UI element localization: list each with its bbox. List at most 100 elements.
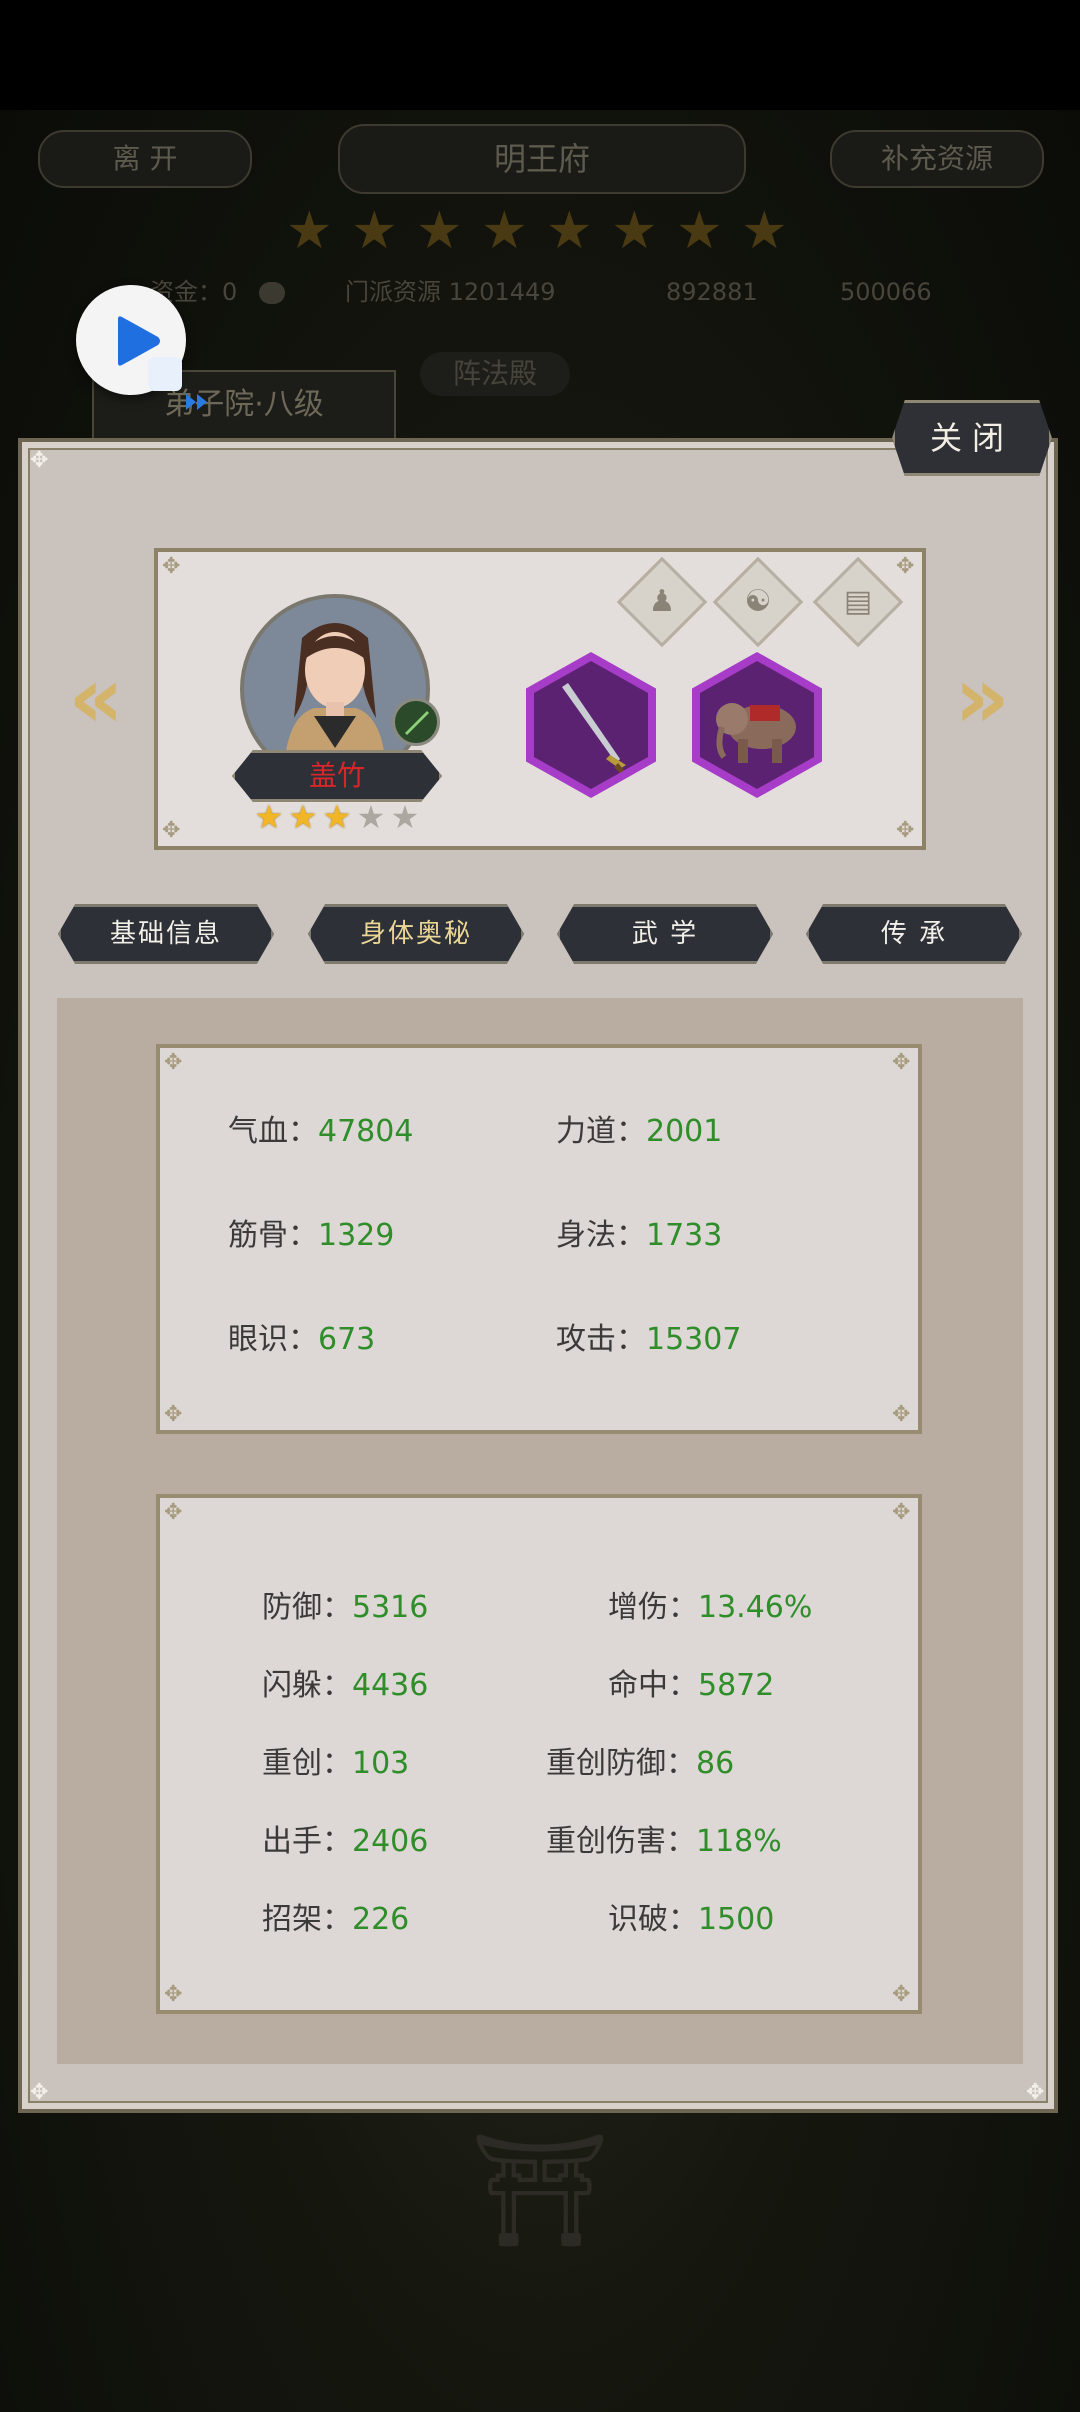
rating-star-icon: ★ — [416, 201, 463, 261]
yinyang-icon: ☯ — [744, 584, 772, 619]
corner-ornament: ✥ — [30, 448, 49, 473]
location-title: 明王府 — [338, 124, 746, 194]
rating-star-icon: ★ — [611, 201, 658, 261]
stat-value: 1329 — [318, 1218, 395, 1253]
stat-value: 47804 — [318, 1114, 414, 1149]
stat-label: 眼识： — [228, 1322, 318, 1357]
chat-icon — [258, 282, 285, 304]
corner-ornament: ✥ — [896, 818, 915, 843]
close-button[interactable]: 关闭 — [892, 400, 1052, 476]
corner-ornament: ✥ — [30, 2080, 49, 2105]
stat-label: 筋骨： — [228, 1218, 318, 1253]
stat-value: 13.46% — [698, 1590, 813, 1625]
stat-label: 攻击： — [556, 1322, 646, 1357]
stat-value: 5316 — [352, 1590, 429, 1625]
floating-play-button[interactable] — [76, 285, 207, 410]
sword-icon — [562, 683, 630, 779]
stat-agility: 身法：1733 — [556, 1216, 722, 1256]
stat-value: 2406 — [352, 1824, 429, 1859]
sect-value: 1201449 — [448, 278, 556, 306]
stat-defense: 防御：5316 — [262, 1588, 428, 1628]
sect-resource: 门派资源 1201449 — [345, 274, 556, 310]
corner-ornament: ✥ — [164, 1982, 183, 2007]
stat-value: 2001 — [646, 1114, 723, 1149]
stat-parry: 招架：226 — [262, 1900, 409, 1940]
corner-ornament: ✥ — [892, 1982, 911, 2007]
star-filled-icon: ★ — [254, 798, 284, 836]
corner-ornament: ✥ — [892, 1402, 911, 1427]
rating-star-icon: ★ — [676, 201, 723, 261]
stat-value: 5872 — [698, 1668, 775, 1703]
tab-inheritance[interactable]: 传 承 — [806, 904, 1022, 964]
prev-hero-arrow-icon[interactable]: « — [66, 655, 126, 741]
stat-value: 15307 — [646, 1322, 742, 1357]
hero-stars: ★ ★ ★ ★ ★ — [252, 800, 422, 834]
stat-label: 身法： — [556, 1218, 646, 1253]
stat-label: 闪躲： — [262, 1668, 352, 1703]
stat-hp: 气血：47804 — [228, 1112, 413, 1152]
rating-star-icon: ★ — [741, 201, 788, 261]
stat-value: 1500 — [698, 1902, 775, 1937]
stat-value: 1733 — [646, 1218, 723, 1253]
tab-body-mystery[interactable]: 身体奥秘 — [308, 904, 524, 964]
corner-ornament: ✥ — [892, 1050, 911, 1075]
stat-dodge: 闪躲：4436 — [262, 1666, 428, 1706]
star-filled-icon: ★ — [322, 798, 352, 836]
sect-label: 门派资源 — [345, 278, 441, 306]
stat-label: 力道： — [556, 1114, 646, 1149]
stat-insight: 眼识：673 — [228, 1320, 375, 1360]
stat-value: 226 — [352, 1902, 410, 1937]
stat-label: 增伤： — [608, 1590, 698, 1625]
tab-basic-info[interactable]: 基础信息 — [58, 904, 274, 964]
stat-critical: 重创：103 — [262, 1744, 409, 1784]
corner-ornament: ✥ — [1026, 2080, 1045, 2105]
gold-value: 0 — [222, 278, 238, 306]
figure-icon: ♟ — [648, 584, 676, 619]
stat-label: 重创伤害： — [546, 1824, 696, 1859]
stat-label: 命中： — [608, 1668, 698, 1703]
rating-star-icon: ★ — [546, 201, 593, 261]
stat-initiative: 出手：2406 — [262, 1822, 428, 1862]
stat-label: 气血： — [228, 1114, 318, 1149]
stat-label: 识破： — [608, 1902, 698, 1937]
stat-critical-defense: 重创防御：86 — [546, 1744, 734, 1784]
rating-star-icon: ★ — [351, 201, 398, 261]
stat-value: 103 — [352, 1746, 410, 1781]
stat-label: 防御： — [262, 1590, 352, 1625]
book-icon: ▤ — [843, 584, 873, 619]
fast-forward-icon — [148, 357, 207, 410]
resource-2: 892881 — [666, 274, 758, 310]
tab-martial-arts[interactable]: 武 学 — [557, 904, 773, 964]
stat-label: 重创防御： — [546, 1746, 696, 1781]
corner-ornament: ✥ — [164, 1500, 183, 1525]
rating-star-icon: ★ — [481, 201, 528, 261]
rating-star-icon: ★ — [286, 201, 333, 261]
stat-attack: 攻击：15307 — [556, 1320, 741, 1360]
weapon-type-icon — [392, 698, 440, 746]
status-bar-area — [0, 0, 1080, 110]
stat-discern: 识破：1500 — [608, 1900, 774, 1940]
resource-3: 500066 — [840, 274, 932, 310]
stat-label: 出手： — [262, 1824, 352, 1859]
corner-ornament: ✥ — [164, 1402, 183, 1427]
stat-label: 重创： — [262, 1746, 352, 1781]
next-hero-arrow-icon[interactable]: » — [952, 655, 1012, 741]
leave-button: 离 开 — [38, 130, 252, 188]
corner-ornament: ✥ — [896, 554, 915, 579]
corner-ornament: ✥ — [164, 1050, 183, 1075]
stat-strength: 力道：2001 — [556, 1112, 722, 1152]
stat-critical-damage: 重创伤害：118% — [546, 1822, 782, 1862]
gate-icon: ⛩ — [470, 2126, 610, 2254]
corner-ornament: ✥ — [892, 1500, 911, 1525]
corner-ornament: ✥ — [162, 554, 181, 579]
stat-value: 86 — [696, 1746, 735, 1781]
stat-label: 招架： — [262, 1902, 352, 1937]
corner-ornament: ✥ — [162, 818, 181, 843]
resource-3-value: 500066 — [840, 278, 932, 306]
star-filled-icon: ★ — [288, 798, 318, 836]
elephant-mount-icon — [716, 703, 796, 763]
replenish-button: 补充资源 — [830, 130, 1044, 188]
stat-value: 118% — [696, 1824, 782, 1859]
stat-value: 4436 — [352, 1668, 429, 1703]
stat-damage-bonus: 增伤：13.46% — [608, 1588, 812, 1628]
